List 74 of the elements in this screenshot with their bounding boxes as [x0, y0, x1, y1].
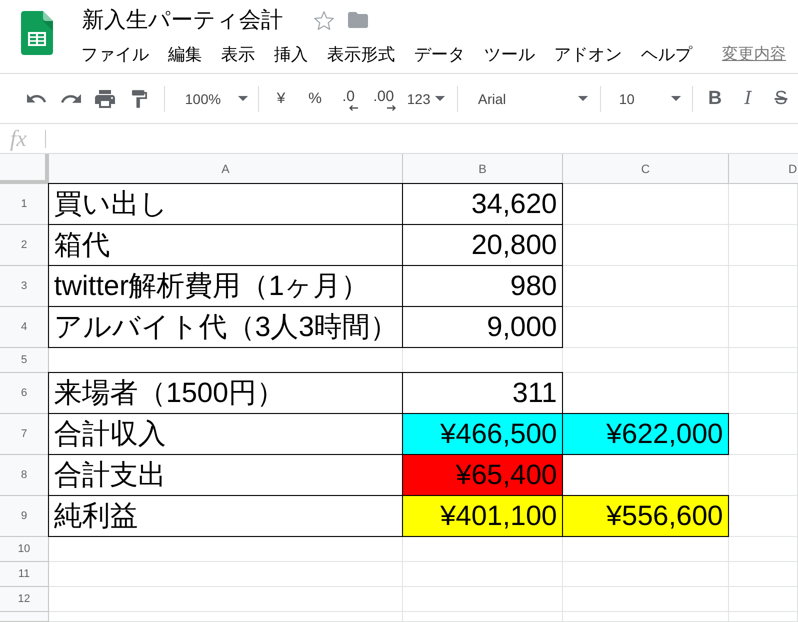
caret-icon: [435, 96, 445, 101]
column-header[interactable]: B: [403, 154, 563, 184]
column-header[interactable]: D: [729, 154, 798, 184]
empty-cell: [729, 348, 798, 373]
row-header[interactable]: 6: [0, 373, 49, 414]
menu-item[interactable]: 挿入: [265, 44, 317, 66]
row-header[interactable]: 9: [0, 496, 49, 537]
caret-icon: [671, 96, 681, 101]
caret-icon: [578, 96, 588, 101]
undo-icon: [27, 94, 47, 103]
row-header[interactable]: 1: [0, 184, 49, 225]
number-format-dropdown[interactable]: 123: [402, 84, 451, 114]
column-header[interactable]: C: [563, 154, 729, 184]
save-status-link[interactable]: 変更内容: [722, 45, 786, 65]
menu-item[interactable]: 表示形式: [318, 44, 404, 66]
bold-button[interactable]: B: [699, 84, 731, 114]
row-header[interactable]: 3: [0, 266, 49, 307]
column-header[interactable]: A: [49, 154, 403, 184]
menu-item[interactable]: ファイル: [72, 44, 158, 66]
table-cell: ¥622,000: [562, 413, 729, 455]
folder-icon[interactable]: [348, 12, 368, 28]
font-dropdown[interactable]: Arial: [464, 84, 594, 114]
row-header[interactable]: 8: [0, 455, 49, 496]
right-arrow-icon: [387, 105, 396, 111]
empty-cell: [729, 455, 798, 496]
table-cell: 9,000: [402, 306, 563, 348]
empty-cell: [729, 266, 798, 307]
table-cell: ¥401,100: [402, 495, 563, 537]
italic-button[interactable]: I: [731, 84, 765, 114]
printer-icon: [95, 90, 115, 108]
menu-item[interactable]: ヘルプ: [632, 44, 701, 66]
menu-item[interactable]: アドオン: [545, 44, 631, 66]
empty-cell: [729, 373, 798, 414]
table-cell: 34,620: [402, 183, 563, 225]
table-cell: アルバイト代（3人3時間）: [48, 306, 403, 348]
paint-roller-icon: [132, 90, 146, 108]
currency-button[interactable]: ¥: [264, 84, 298, 114]
table-cell: ¥65,400: [402, 454, 563, 496]
row-header[interactable]: 2: [0, 225, 49, 266]
table-cell: ¥466,500: [402, 413, 563, 455]
table-cell: 純利益: [48, 495, 403, 537]
star-icon[interactable]: [314, 10, 334, 30]
menu-item[interactable]: データ: [405, 44, 474, 66]
increase-decimal-button[interactable]: .00: [365, 84, 402, 114]
row-header[interactable]: 4: [0, 307, 49, 348]
empty-cell: [729, 307, 798, 348]
table-cell: 買い出し: [48, 183, 403, 225]
empty-cell: [729, 587, 798, 612]
menu-item[interactable]: 編集: [159, 44, 211, 66]
spreadsheet-logo-icon[interactable]: [21, 11, 53, 55]
empty-cell: [729, 562, 798, 587]
row-header[interactable]: 7: [0, 414, 49, 455]
left-arrow-icon: [348, 105, 358, 111]
decrease-decimal-button[interactable]: .0: [332, 84, 365, 114]
empty-cell: [729, 612, 798, 622]
function-label: fx: [10, 127, 27, 150]
redo-icon: [61, 94, 81, 103]
caret-icon: [238, 96, 248, 101]
strikethrough-button[interactable]: S: [765, 84, 797, 114]
document-title[interactable]: 新入生パーティ会計: [82, 6, 283, 34]
percent-button[interactable]: %: [298, 84, 332, 114]
empty-cell: [729, 184, 798, 225]
menu-item[interactable]: 表示: [212, 44, 264, 66]
row-header[interactable]: 10: [0, 537, 49, 562]
table-cell: ¥556,600: [562, 495, 729, 537]
row-header[interactable]: 5: [0, 348, 49, 373]
row-header[interactable]: 11: [0, 562, 49, 587]
table-cell: 来場者（1500円）: [48, 372, 403, 414]
row-header[interactable]: 12: [0, 587, 49, 612]
font-size-dropdown[interactable]: 10: [607, 84, 686, 114]
zoom-dropdown[interactable]: 100%: [172, 84, 253, 114]
empty-cell: [729, 537, 798, 562]
empty-cell: [729, 225, 798, 266]
menu-item[interactable]: ツール: [475, 44, 544, 66]
